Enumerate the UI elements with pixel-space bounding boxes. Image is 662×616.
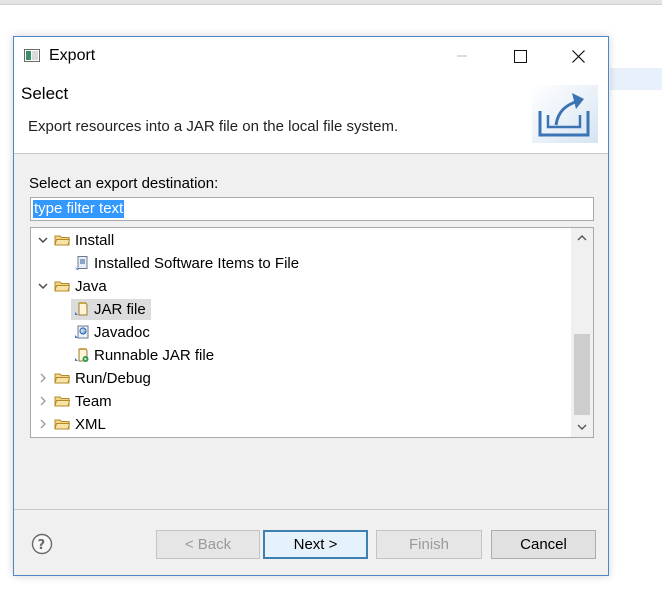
folder-icon <box>54 419 70 430</box>
scroll-up-button[interactable] <box>571 228 593 248</box>
chevron-right-icon[interactable] <box>37 418 49 430</box>
minimize-icon <box>457 55 467 57</box>
export-destination-label: Select an export destination: <box>29 175 219 192</box>
cancel-button[interactable]: Cancel <box>491 530 596 559</box>
folder-icon <box>54 235 70 246</box>
tree-item-label: Runnable JAR file <box>94 347 215 364</box>
background-window-edge <box>0 0 662 5</box>
back-button[interactable]: < Back <box>156 530 260 559</box>
window-app-icon <box>24 49 40 62</box>
tree-item-javadoc[interactable]: @ Javadoc <box>31 321 571 344</box>
next-button[interactable]: Next > <box>263 530 368 559</box>
tree-item-label: Install <box>75 232 115 249</box>
destination-tree[interactable]: Install Installed Software Items to File… <box>30 227 594 438</box>
title-bar: Export <box>14 37 608 75</box>
tree-item-team[interactable]: Team <box>31 390 571 413</box>
tree-item-installed-software[interactable]: Installed Software Items to File <box>31 252 571 275</box>
wizard-page-description: Export resources into a JAR file on the … <box>28 118 399 135</box>
chevron-down-icon[interactable] <box>37 280 49 292</box>
filter-input-text[interactable]: type filter text <box>33 200 125 218</box>
runnable-jar-icon <box>75 348 89 362</box>
wizard-banner: Select Export resources into a JAR file … <box>14 75 608 154</box>
chevron-right-icon[interactable] <box>37 395 49 407</box>
chevron-right-icon[interactable] <box>37 372 49 384</box>
tree-item-runnable-jar[interactable]: Runnable JAR file <box>31 344 571 367</box>
tree-item-xml[interactable]: XML <box>31 413 571 436</box>
export-wizard-icon <box>532 85 598 143</box>
tree-item-label: JAR file <box>94 301 146 318</box>
tree-scrollbar[interactable] <box>571 228 593 437</box>
chevron-down-icon[interactable] <box>37 234 49 246</box>
tree-item-label: XML <box>75 416 106 433</box>
window-title: Export <box>49 47 96 64</box>
tree-item-label: Installed Software Items to File <box>94 255 300 272</box>
background-highlight <box>610 68 662 90</box>
folder-icon <box>54 281 70 292</box>
javadoc-icon: @ <box>75 325 89 339</box>
close-icon <box>571 49 585 63</box>
scroll-thumb[interactable] <box>574 334 590 415</box>
scroll-down-button[interactable] <box>571 417 593 437</box>
maximize-button[interactable] <box>498 39 542 73</box>
tree-item-label: Run/Debug <box>75 370 151 387</box>
wizard-page-title: Select <box>21 84 69 103</box>
svg-text:?: ? <box>38 538 46 553</box>
tree-item-label: Team <box>75 393 112 410</box>
tree-item-label: Javadoc <box>94 324 150 341</box>
finish-button[interactable]: Finish <box>376 530 482 559</box>
help-icon[interactable]: ? <box>31 533 53 555</box>
tree-item-install[interactable]: Install <box>31 229 571 252</box>
maximize-icon <box>513 49 527 63</box>
folder-icon <box>54 373 70 384</box>
svg-text:@: @ <box>81 329 86 335</box>
tree-item-jar-file[interactable]: JAR file <box>31 298 571 321</box>
minimize-button[interactable] <box>440 39 484 73</box>
chevron-down-icon <box>577 424 587 430</box>
tree-item-run-debug[interactable]: Run/Debug <box>31 367 571 390</box>
export-dialog: Export Select Export resources into a JA… <box>13 36 609 576</box>
tree-item-java[interactable]: Java <box>31 275 571 298</box>
tree-item-label: Java <box>75 278 107 295</box>
folder-icon <box>54 396 70 407</box>
close-button[interactable] <box>556 39 600 73</box>
filter-input[interactable]: type filter text <box>30 197 594 221</box>
jar-file-icon <box>75 302 88 316</box>
button-bar-separator <box>14 509 608 510</box>
installed-software-icon <box>75 256 88 270</box>
chevron-up-icon <box>577 235 587 241</box>
